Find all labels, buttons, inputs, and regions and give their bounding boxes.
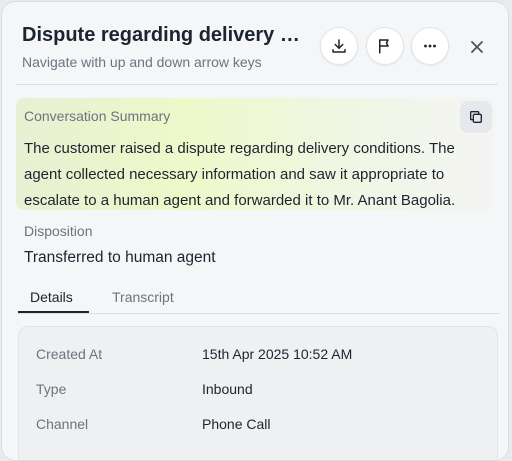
conversation-summary-card: Conversation Summary The customer raised… <box>16 98 494 210</box>
download-button[interactable] <box>320 27 358 65</box>
download-icon <box>332 39 346 53</box>
more-options-button[interactable] <box>411 27 449 65</box>
channel-value: Phone Call <box>202 416 271 432</box>
flag-icon <box>379 39 389 54</box>
created-at-value: 15th Apr 2025 10:52 AM <box>202 346 353 362</box>
created-at-label: Created At <box>36 346 103 362</box>
tab-details[interactable]: Details <box>30 289 73 305</box>
close-button[interactable] <box>466 36 488 58</box>
summary-text: The customer raised a dispute regarding … <box>24 140 456 209</box>
header-divider <box>16 84 498 85</box>
type-label: Type <box>36 381 67 397</box>
more-horizontal-icon <box>424 44 436 48</box>
copy-icon <box>470 111 482 123</box>
type-value: Inbound <box>202 381 253 397</box>
close-icon <box>471 41 483 53</box>
details-card: Created At 15th Apr 2025 10:52 AM Type I… <box>18 326 498 460</box>
disposition-label: Disposition <box>24 223 93 239</box>
channel-label: Channel <box>36 416 89 432</box>
summary-label: Conversation Summary <box>24 108 171 124</box>
copy-summary-button[interactable] <box>460 101 492 133</box>
page-subtitle: Navigate with up and down arrow keys <box>22 54 262 70</box>
tab-transcript[interactable]: Transcript <box>112 289 174 305</box>
disposition-value: Transferred to human agent <box>24 249 216 266</box>
page-title: Dispute regarding delivery conditions <box>22 24 304 46</box>
conversation-detail-panel: Dispute regarding delivery conditions Na… <box>1 1 509 461</box>
tabs-divider <box>18 313 500 314</box>
flag-button[interactable] <box>366 27 404 65</box>
